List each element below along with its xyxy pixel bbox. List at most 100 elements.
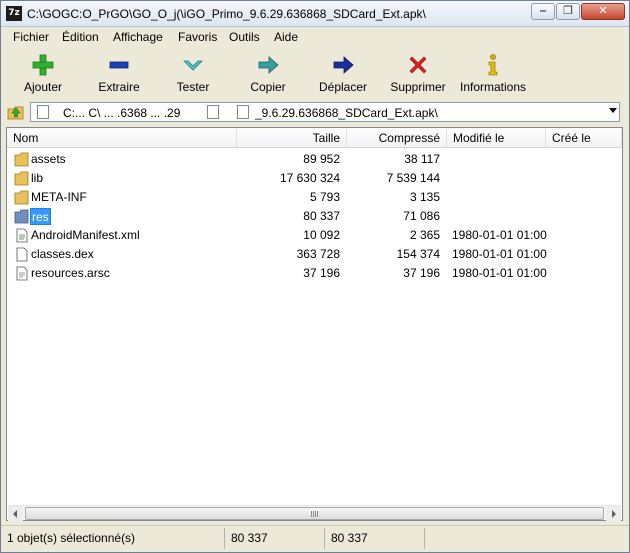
test-label: Tester [176,80,210,94]
copy-arrow-icon [258,56,279,74]
file-name: AndroidManifest.xml [31,228,140,242]
address-bar: C:... C\ ... .6368 ... .29 _9.6.29.63686… [1,100,629,124]
copy-label: Copier [250,80,286,94]
add-label: Ajouter [23,80,63,94]
menu-fichier[interactable]: Fichier [13,30,49,44]
minimize-button[interactable]: ‒ [531,3,555,20]
file-size: 37 196 [303,266,340,280]
file-modified: 1980-01-01 01:00 [452,266,547,280]
menu-bar: Fichier Édition Affichage Favoris Outils… [1,28,629,47]
checkmark-icon [183,60,203,71]
minimize-icon: ‒ [539,5,547,17]
file-packed: 38 117 [404,152,440,166]
info-icon [488,54,498,76]
menu-outils[interactable]: Outils [229,30,260,44]
menu-aide[interactable]: Aide [274,30,298,44]
file-size: 80 337 [303,209,340,223]
move-button[interactable]: Déplacer [313,49,373,97]
app-icon: 7z [6,6,22,21]
close-icon: ✕ [598,5,608,17]
menu-edition[interactable]: Édition [62,30,99,44]
delete-button[interactable]: Supprimer [385,49,451,97]
column-header: Nom Taille Compressé Modifié le Créé le [7,128,622,148]
file-modified: 1980-01-01 01:00 [452,228,547,242]
file-name: META-INF [31,190,87,204]
delete-x-icon [409,56,427,74]
file-name: classes.dex [31,247,94,261]
column-size[interactable]: Taille [237,128,347,148]
list-item[interactable]: AndroidManifest.xml 10 092 2 365 1980-01… [7,226,622,245]
status-bar: 1 objet(s) sélectionné(s) 80 337 80 337 [1,525,629,552]
column-created[interactable]: Créé le [546,128,622,148]
folder-icon [14,209,29,224]
copy-button[interactable]: Copier [241,49,295,97]
move-arrow-icon [333,56,354,74]
drive-icon [37,105,49,119]
up-folder-icon[interactable] [7,103,25,121]
window-title: C:\GOGC:O_PrGO\GO_O_j(\iGO_Primo_9.6.29.… [27,7,426,21]
resource-file-icon [16,266,28,281]
column-modified[interactable]: Modifié le [447,128,546,148]
move-label: Déplacer [318,80,368,94]
file-icon [207,105,219,119]
address-field[interactable]: C:... C\ ... .6368 ... .29 _9.6.29.63686… [30,102,620,122]
horizontal-scrollbar[interactable] [8,505,621,521]
folder-icon [14,152,29,167]
file-name: resources.arsc [31,266,110,280]
test-button[interactable]: Tester [167,49,219,97]
list-item[interactable]: META-INF 5 793 3 135 [7,188,622,207]
app-window: 7z C:\GOGC:O_PrGO\GO_O_j(\iGO_Primo_9.6.… [0,0,630,553]
folder-icon [14,190,29,205]
file-name: res [30,208,51,225]
column-packed[interactable]: Compressé [347,128,447,148]
extract-button[interactable]: Extraire [89,49,149,97]
menu-affichage[interactable]: Affichage [113,30,163,44]
info-label: Informations [459,80,527,94]
maximize-icon: ❐ [563,5,573,17]
list-item[interactable]: classes.dex 363 728 154 374 1980-01-01 0… [7,245,622,264]
list-item[interactable]: resources.arsc 37 196 37 196 1980-01-01 … [7,264,622,283]
scroll-left-button[interactable] [8,506,23,521]
toolbar: Ajouter Extraire Tester Copier Déplacer [1,47,629,99]
address-path-start: C:... C\ ... .6368 ... .29 [63,106,181,120]
add-button[interactable]: Ajouter [15,49,71,97]
close-button[interactable]: ✕ [581,3,625,20]
file-size: 363 728 [296,247,340,261]
file-size: 89 952 [303,152,340,166]
scroll-right-button[interactable] [606,506,621,521]
file-modified: 1980-01-01 01:00 [452,247,547,261]
file-size: 17 630 324 [279,171,340,185]
arrow-right-icon [612,510,616,518]
status-size: 80 337 [227,528,325,549]
plus-icon [32,54,54,76]
file-packed: 3 135 [409,190,440,204]
file-size: 5 793 [309,190,340,204]
scroll-thumb[interactable] [25,507,604,520]
extract-label: Extraire [98,80,140,94]
column-name[interactable]: Nom [7,128,237,148]
arrow-left-icon [13,510,17,518]
status-packed: 80 337 [327,528,425,549]
status-empty [427,528,627,549]
folder-icon [14,171,29,186]
file-packed: 71 086 [403,209,440,223]
maximize-button[interactable]: ❐ [556,3,580,20]
file-icon [16,247,28,262]
file-size: 10 092 [303,228,340,242]
archive-icon [237,105,249,119]
file-name: assets [31,152,66,166]
file-packed: 154 374 [396,247,440,261]
file-packed: 37 196 [403,266,440,280]
address-dropdown-icon[interactable] [609,108,617,113]
list-item-selected[interactable]: res 80 337 71 086 [7,207,622,226]
title-bar[interactable]: 7z C:\GOGC:O_PrGO\GO_O_j(\iGO_Primo_9.6.… [1,1,629,27]
menu-favoris[interactable]: Favoris [178,30,217,44]
grip-icon [310,511,319,517]
list-item[interactable]: lib 17 630 324 7 539 144 [7,169,622,188]
address-path-end: _9.6.29.636868_SDCard_Ext.apk\ [255,106,438,120]
info-button[interactable]: Informations [455,49,531,97]
file-list[interactable]: Nom Taille Compressé Modifié le Créé le … [6,127,623,521]
list-item[interactable]: assets 89 952 38 117 [7,150,622,169]
minus-icon [109,61,129,69]
file-packed: 7 539 144 [386,171,440,185]
